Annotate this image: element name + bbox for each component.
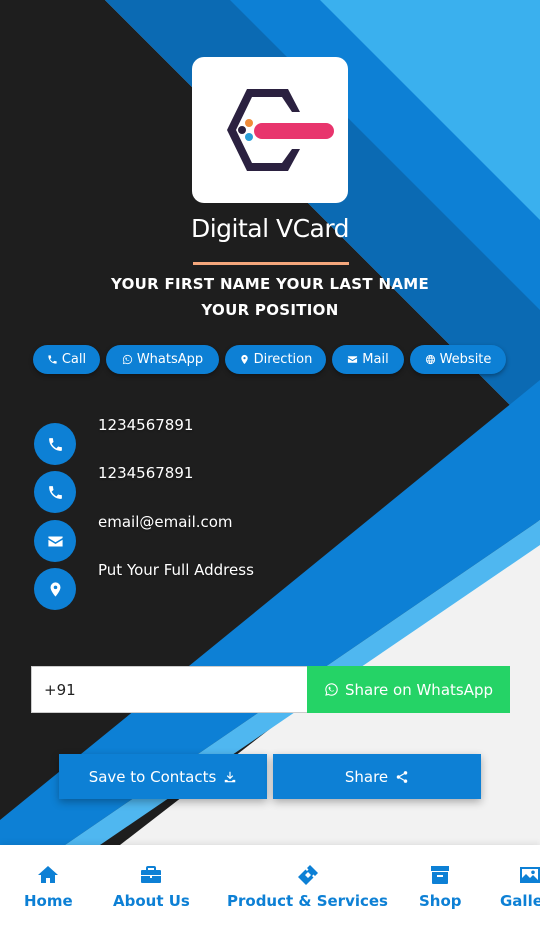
nav-gallery-label: Gallery — [500, 892, 540, 910]
download-icon — [225, 771, 236, 782]
share-button[interactable]: Share — [273, 754, 481, 799]
share-on-whatsapp-button[interactable]: Share on WhatsApp — [307, 666, 510, 713]
map-marker-icon — [34, 568, 76, 610]
profile-name: YOUR FIRST NAME YOUR LAST NAME — [110, 275, 430, 293]
call-label: Call — [61, 352, 87, 367]
share-label: Share — [344, 767, 389, 786]
home-icon — [38, 866, 59, 883]
briefcase-icon — [141, 866, 162, 883]
nav-about-us[interactable]: About Us — [113, 863, 190, 910]
share-on-whatsapp-label: Share on WhatsApp — [344, 680, 494, 699]
nav-shop-label: Shop — [419, 892, 462, 910]
contact-phone-2[interactable]: 1234567891 — [34, 464, 514, 515]
image-icon — [520, 867, 540, 883]
envelope-icon — [348, 356, 358, 363]
save-to-contacts-label: Save to Contacts — [88, 767, 217, 786]
whatsapp-icon — [325, 683, 338, 696]
map-marker-icon — [240, 354, 248, 365]
whatsapp-label: WhatsApp — [136, 352, 204, 367]
nav-product-services-label: Product & Services — [227, 892, 388, 910]
nav-product-services[interactable]: Product & Services — [227, 863, 388, 910]
call-button[interactable]: Call — [33, 345, 100, 374]
bottom-navigation: Home About Us Product & Services Shop Ga… — [0, 845, 540, 928]
nav-home[interactable]: Home — [24, 863, 73, 910]
nav-shop[interactable]: Shop — [419, 863, 462, 910]
share-icon — [396, 770, 408, 783]
mail-button[interactable]: Mail — [332, 345, 404, 374]
contact-email-text: email@email.com — [98, 513, 233, 531]
contact-phone-1-text: 1234567891 — [98, 416, 194, 434]
contact-address-text: Put Your Full Address — [98, 561, 254, 579]
whatsapp-number-input[interactable] — [31, 666, 308, 713]
phone-icon — [34, 423, 76, 465]
globe-icon — [425, 354, 435, 365]
whatsapp-button[interactable]: WhatsApp — [106, 345, 219, 374]
envelope-icon — [34, 520, 76, 562]
brand-underline — [193, 262, 349, 265]
mail-label: Mail — [362, 352, 389, 367]
hexagon-brand-logo-icon — [227, 89, 334, 171]
contact-phone-1[interactable]: 1234567891 — [34, 416, 514, 467]
direction-button[interactable]: Direction — [225, 345, 326, 374]
ticket-icon — [297, 865, 318, 885]
nav-about-us-label: About Us — [113, 892, 190, 910]
save-to-contacts-button[interactable]: Save to Contacts — [59, 754, 267, 799]
contact-email[interactable]: email@email.com — [34, 513, 514, 564]
website-label: Website — [439, 352, 492, 367]
brand-logo-card — [192, 57, 348, 203]
nav-gallery[interactable]: Gallery — [500, 863, 540, 910]
profile-position: YOUR POSITION — [201, 301, 339, 319]
whatsapp-icon — [122, 354, 132, 365]
website-button[interactable]: Website — [410, 345, 506, 374]
contact-phone-2-text: 1234567891 — [98, 464, 194, 482]
direction-label: Direction — [253, 352, 313, 367]
brand-title: Digital VCard — [190, 214, 350, 243]
phone-icon — [48, 355, 57, 364]
archive-icon — [431, 866, 450, 884]
contact-address[interactable]: Put Your Full Address — [34, 561, 514, 612]
nav-home-label: Home — [24, 892, 73, 910]
phone-icon — [34, 471, 76, 513]
